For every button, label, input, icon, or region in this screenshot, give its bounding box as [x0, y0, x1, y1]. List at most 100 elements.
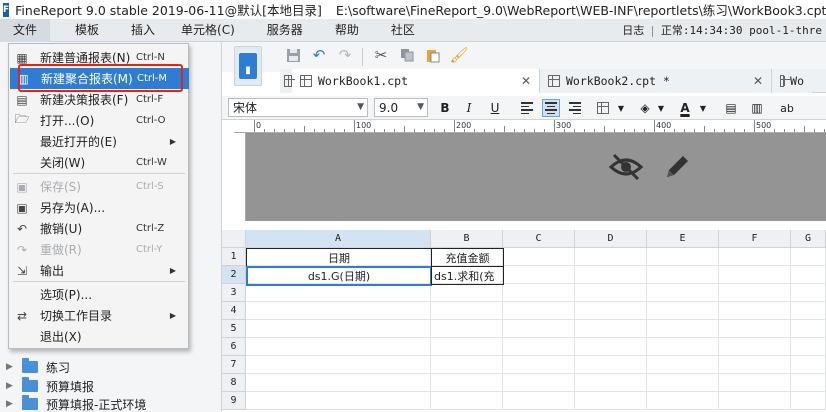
font-color-icon[interactable]: A	[676, 99, 694, 117]
menu-template[interactable]: 模板	[62, 19, 112, 42]
cut-icon[interactable]: ✂	[372, 46, 390, 64]
grid-cell[interactable]	[647, 266, 719, 284]
grid-cell[interactable]	[246, 302, 431, 320]
grid-cell[interactable]	[503, 266, 575, 284]
file-menu-item[interactable]: ▣ 另存为(A)...	[9, 197, 188, 218]
select-all-corner[interactable]	[222, 230, 246, 248]
grid-cell[interactable]	[431, 320, 503, 338]
column-header[interactable]: F	[719, 230, 791, 248]
grid-cell[interactable]	[503, 374, 575, 392]
grid-cell[interactable]	[246, 374, 431, 392]
file-menu-item[interactable]: ▦ 新建普通报表(N) Ctrl-N	[9, 47, 188, 68]
save-icon[interactable]	[284, 46, 302, 64]
align-right-button[interactable]	[566, 99, 584, 117]
font-size-select[interactable]: 9.0 ▼	[374, 98, 428, 117]
tree-item-budget[interactable]: ▶ 预算填报	[6, 377, 94, 395]
grid-cell[interactable]	[575, 302, 647, 320]
grid-cell[interactable]	[719, 284, 791, 302]
tab-list-icon[interactable]	[280, 69, 295, 93]
grid-cell[interactable]	[575, 338, 647, 356]
file-menu-item[interactable]: ▥ 新建聚合报表(M) Ctrl-M	[10, 68, 189, 89]
file-menu-item[interactable]: ⇄ 切换工作目录 ▶	[9, 305, 188, 326]
grid-cell[interactable]	[647, 338, 719, 356]
column-header[interactable]: A	[246, 230, 431, 248]
file-menu-item[interactable]: ↶ 撤销(U) Ctrl-Z	[9, 218, 188, 239]
grid-cell[interactable]	[719, 374, 791, 392]
format-painter-icon[interactable]: 🖌	[449, 46, 468, 64]
grid-cell[interactable]	[246, 356, 431, 374]
text-style-icon[interactable]: ab	[778, 99, 796, 117]
grid-cell[interactable]	[719, 356, 791, 374]
grid-cell[interactable]	[503, 320, 575, 338]
border-button[interactable]	[594, 99, 612, 117]
column-header[interactable]: G	[791, 230, 826, 248]
file-menu-item[interactable]: 选项(P)...	[9, 284, 188, 305]
file-menu-item[interactable]: ↷ 重做(R) Ctrl-Y	[9, 239, 188, 260]
hide-eye-icon[interactable]	[608, 151, 644, 183]
grid-cell[interactable]	[647, 356, 719, 374]
grid-cell[interactable]	[647, 320, 719, 338]
menu-file[interactable]: 文件	[0, 18, 51, 42]
file-menu-item[interactable]: 关闭(W) Ctrl-W	[9, 152, 188, 173]
column-header[interactable]: E	[647, 230, 719, 248]
paste-icon[interactable]	[424, 46, 442, 64]
grid-cell[interactable]	[246, 392, 431, 410]
grid-cell[interactable]	[503, 302, 575, 320]
copy-icon[interactable]	[398, 46, 416, 64]
grid-cell[interactable]	[431, 302, 503, 320]
grid-cell[interactable]	[719, 266, 791, 284]
cell-b2[interactable]: ds1.求和(充	[431, 266, 504, 285]
close-icon[interactable]: ✕	[509, 74, 531, 88]
unmerge-cells-icon[interactable]: ▥	[748, 99, 766, 117]
row-header[interactable]: 9	[222, 392, 246, 410]
cell-a1[interactable]: 日期	[246, 248, 432, 267]
grid-cell[interactable]	[575, 392, 647, 410]
cell-b1[interactable]: 充值金额	[431, 248, 504, 267]
expand-arrow-icon[interactable]: ▶	[6, 381, 16, 391]
tab-workbook2[interactable]: WorkBook2.cpt * ✕	[540, 69, 772, 93]
merge-cells-icon[interactable]: ▤	[722, 99, 740, 117]
grid-cell[interactable]	[503, 356, 575, 374]
grid-cell[interactable]	[719, 302, 791, 320]
column-header[interactable]: C	[503, 230, 575, 248]
grid-cell[interactable]	[503, 338, 575, 356]
row-header[interactable]: 5	[222, 320, 246, 338]
underline-button[interactable]: U	[486, 99, 504, 117]
grid-cell[interactable]	[791, 374, 826, 392]
menu-community[interactable]: 社区	[378, 19, 428, 42]
align-center-button[interactable]	[542, 99, 560, 117]
grid-cell[interactable]	[647, 302, 719, 320]
undo-icon[interactable]: ↶	[310, 46, 328, 64]
redo-icon[interactable]: ↷	[336, 46, 354, 64]
file-menu-item[interactable]: ▤ 新建决策报表(F) Ctrl-F	[9, 89, 188, 110]
grid-cell[interactable]	[719, 392, 791, 410]
grid-cell[interactable]	[431, 338, 503, 356]
grid-cell[interactable]	[647, 392, 719, 410]
close-icon[interactable]: ✕	[741, 74, 763, 88]
grid-cell[interactable]	[246, 320, 431, 338]
grid-cell[interactable]	[791, 338, 826, 356]
file-menu-item[interactable]: 退出(X)	[9, 326, 188, 347]
grid-cell[interactable]	[791, 392, 826, 410]
row-header[interactable]: 4	[222, 302, 246, 320]
chevron-down-icon[interactable]: ▼	[652, 99, 670, 117]
grid-cell[interactable]	[647, 284, 719, 302]
file-menu-item[interactable]: 🗁 打开...(O) Ctrl-O	[9, 110, 188, 131]
grid-cell[interactable]	[791, 248, 826, 266]
grid-cell[interactable]	[575, 284, 647, 302]
grid-cell[interactable]	[647, 248, 719, 266]
grid-cell[interactable]	[791, 284, 826, 302]
grid-cell[interactable]	[575, 374, 647, 392]
grid-cell[interactable]	[647, 374, 719, 392]
align-left-button[interactable]	[518, 99, 536, 117]
grid-cell[interactable]	[575, 266, 647, 284]
column-header[interactable]: D	[575, 230, 647, 248]
design-mode-icon[interactable]: ▮	[234, 46, 262, 86]
bold-button[interactable]: B	[436, 99, 454, 117]
spreadsheet-grid[interactable]: A B C D E F G 1 2 3 4 5 6 7 8 9 日期 充值金额 …	[222, 230, 826, 412]
italic-button[interactable]: I	[460, 99, 478, 117]
grid-cell[interactable]	[431, 374, 503, 392]
expand-arrow-icon[interactable]: ▶	[6, 362, 16, 372]
grid-cell[interactable]	[503, 248, 575, 266]
menu-cell[interactable]: 单元格(C)	[168, 19, 248, 42]
